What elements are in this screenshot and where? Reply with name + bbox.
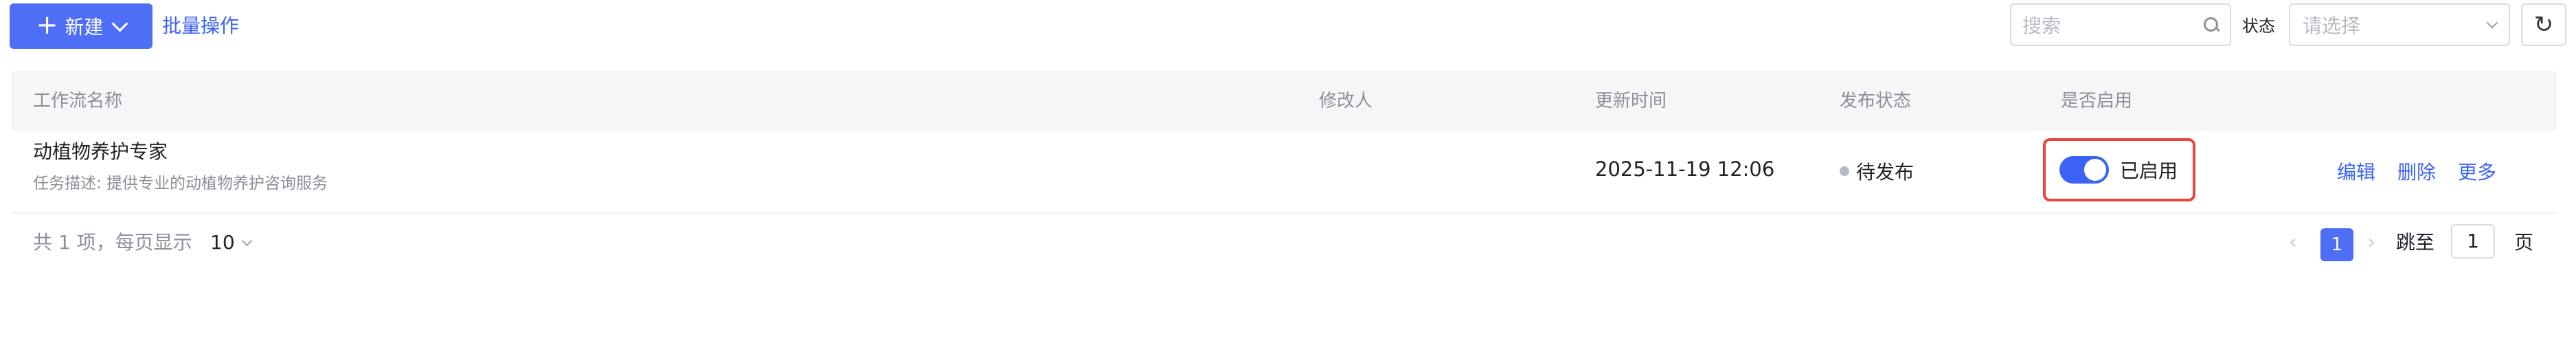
table-row: 动植物养护专家 任务描述: 提供专业的动植物养护咨询服务 2025-11-19 … <box>11 131 2557 214</box>
chevron-right-icon[interactable]: › <box>2367 220 2375 265</box>
status-select[interactable]: 请选择 <box>2289 3 2510 46</box>
page-number-current[interactable]: 1 <box>2320 228 2353 261</box>
workflow-updated-time: 2025-11-19 12:06 <box>1595 157 1775 181</box>
more-action[interactable]: 更多 <box>2458 157 2496 185</box>
new-button[interactable]: + 新建 <box>10 3 152 49</box>
workflow-description: 任务描述: 提供专业的动植物养护咨询服务 <box>33 175 328 192</box>
publish-status: 待发布 <box>1840 157 1914 185</box>
search-icon[interactable] <box>2204 17 2219 32</box>
enable-toggle-highlight: 已启用 <box>2043 138 2195 201</box>
column-header-publish-status: 发布状态 <box>1840 91 1912 111</box>
column-header-modifier: 修改人 <box>1319 91 1373 111</box>
new-button-label: 新建 <box>65 16 104 38</box>
refresh-icon: ↻ <box>2533 11 2554 38</box>
workflow-list-page: + 新建 批量操作 搜索 状态 请选择 ↻ 工作流名称 修改人 更新时间 发布状… <box>0 0 2576 341</box>
jump-to-label: 跳至 <box>2396 231 2435 254</box>
pagination-bar: 共 1 项，每页显示 10 ‹ 1 › 跳至 1 页 <box>11 220 2557 265</box>
workflow-name[interactable]: 动植物养护专家 <box>33 137 168 164</box>
search-placeholder: 搜索 <box>2022 14 2061 37</box>
total-count-text: 共 1 项，每页显示 <box>33 231 192 254</box>
row-actions: 编辑 删除 更多 <box>2337 157 2496 185</box>
enable-status-text: 已启用 <box>2120 160 2178 182</box>
chevron-left-icon[interactable]: ‹ <box>2289 220 2297 265</box>
workflow-table: 工作流名称 修改人 更新时间 发布状态 是否启用 动植物养护专家 任务描述: 提… <box>11 71 2557 214</box>
page-size-select[interactable]: 10 <box>210 220 252 265</box>
jump-to-input[interactable]: 1 <box>2451 224 2495 258</box>
chevron-down-icon <box>241 235 252 246</box>
column-header-name: 工作流名称 <box>33 91 123 111</box>
page-size-value: 10 <box>210 231 235 254</box>
search-input[interactable]: 搜索 <box>2010 3 2231 46</box>
column-header-enabled: 是否启用 <box>2061 91 2133 111</box>
page-suffix-label: 页 <box>2514 231 2534 254</box>
publish-status-text: 待发布 <box>1856 161 1914 184</box>
status-dot <box>1840 166 1849 176</box>
chevron-down-icon <box>2486 16 2498 29</box>
refresh-button[interactable]: ↻ <box>2521 3 2566 46</box>
column-header-updated: 更新时间 <box>1595 91 1667 111</box>
status-select-placeholder: 请选择 <box>2303 14 2361 37</box>
batch-operation-link[interactable]: 批量操作 <box>162 3 239 49</box>
delete-action[interactable]: 删除 <box>2397 157 2436 185</box>
status-filter-label: 状态 <box>2242 16 2275 36</box>
chevron-down-icon <box>111 14 128 32</box>
edit-action[interactable]: 编辑 <box>2337 157 2375 185</box>
toolbar: + 新建 批量操作 搜索 状态 请选择 ↻ <box>10 3 2566 49</box>
enable-switch[interactable] <box>2059 156 2109 184</box>
plus-icon: + <box>36 10 58 40</box>
table-header: 工作流名称 修改人 更新时间 发布状态 是否启用 <box>11 71 2557 131</box>
switch-knob <box>2084 159 2106 181</box>
